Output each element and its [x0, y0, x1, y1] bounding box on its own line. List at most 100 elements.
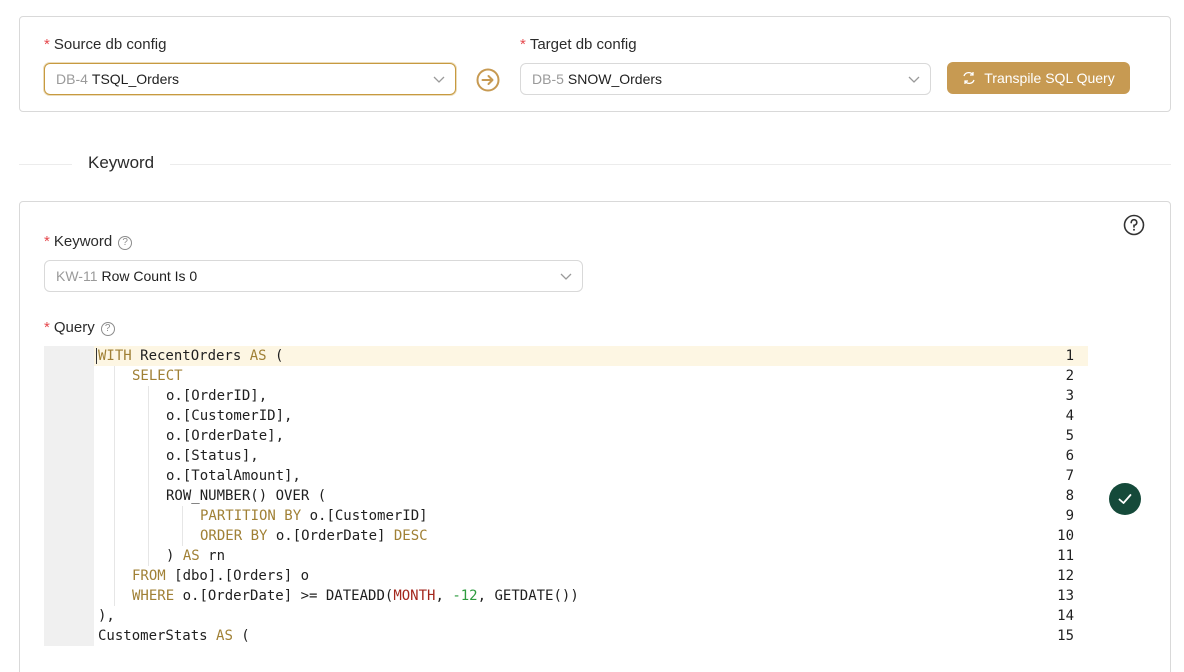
code-line: o.[OrderDate],: [166, 426, 284, 446]
code-token: , GETDATE()): [477, 588, 579, 604]
code-token: WHERE: [132, 588, 175, 604]
code-token: DESC: [393, 528, 428, 544]
line-number-gutter: [44, 346, 94, 646]
indent-guide: [148, 526, 149, 546]
indent-guide: [182, 526, 183, 546]
indent-guide: [148, 426, 149, 446]
source-db-prefix: DB-4: [56, 71, 88, 87]
code-token: o.[TotalAmount],: [166, 468, 301, 484]
line-number: 14: [1057, 608, 1074, 624]
code-token: AS: [249, 348, 267, 364]
code-token: WITH: [98, 348, 132, 364]
code-line: o.[CustomerID],: [166, 406, 292, 426]
text-cursor: [96, 348, 97, 364]
code-token: FROM: [132, 568, 166, 584]
question-circle-icon[interactable]: [1123, 214, 1145, 236]
code-token: SELECT: [132, 368, 183, 384]
line-number: 13: [1057, 588, 1074, 604]
target-db-label: * Target db config: [520, 36, 637, 53]
indent-guide: [114, 586, 115, 606]
line-number: 5: [1065, 428, 1074, 444]
code-token: ORDER BY: [200, 528, 268, 544]
line-number: 9: [1065, 508, 1074, 524]
code-line: WHERE o.[OrderDate] >= DATEADD(MONTH, -1…: [132, 586, 579, 606]
chevron-down-icon: [560, 273, 572, 280]
indent-guide: [148, 466, 149, 486]
code-token: (: [266, 348, 284, 364]
code-token: AS: [182, 548, 200, 564]
section-divider: [19, 164, 1171, 165]
line-number: 10: [1057, 528, 1074, 544]
code-token: AS: [216, 628, 233, 644]
code-line: ) AS rn: [166, 546, 225, 566]
code-token: PARTITION BY: [200, 508, 302, 524]
keyword-prefix: KW-11: [56, 268, 98, 284]
code-token: ): [166, 548, 183, 564]
target-db-value: SNOW_Orders: [567, 71, 663, 87]
code-token: o.[OrderID],: [166, 388, 268, 404]
source-db-label: * Source db config: [44, 36, 167, 53]
code-token: o.[OrderDate],: [166, 428, 285, 444]
code-line: WITH RecentOrders AS (: [98, 346, 283, 366]
check-circle-icon[interactable]: [1109, 483, 1141, 515]
code-line: o.[Status],: [166, 446, 259, 466]
chevron-down-icon: [433, 76, 445, 83]
code-token: -12: [452, 588, 478, 604]
line-number: 4: [1065, 408, 1074, 424]
target-db-select[interactable]: DB-5 SNOW_Orders: [520, 63, 931, 95]
line-number: 1: [1065, 348, 1074, 364]
transpile-sql-button[interactable]: Transpile SQL Query: [947, 62, 1130, 94]
code-token: (: [232, 628, 250, 644]
transpile-button-label: Transpile SQL Query: [984, 70, 1115, 86]
keyword-value: Row Count Is 0: [101, 268, 198, 284]
indent-guide: [114, 506, 115, 526]
source-db-value: TSQL_Orders: [91, 71, 180, 87]
indent-guide: [148, 406, 149, 426]
line-number: 8: [1065, 488, 1074, 504]
required-marker: *: [44, 233, 50, 250]
line-number: 6: [1065, 448, 1074, 464]
code-token: o.[OrderDate]: [267, 528, 394, 544]
code-line: ROW_NUMBER() OVER (: [166, 486, 326, 506]
code-token: o.[CustomerID]: [301, 508, 428, 524]
line-number: 2: [1065, 368, 1074, 384]
indent-guide: [114, 366, 115, 386]
indent-guide: [114, 406, 115, 426]
sql-code-editor[interactable]: 1 WITH RecentOrders AS (2 SELECT 3 o.[OrderI…: [44, 346, 1088, 646]
line-number: 15: [1057, 628, 1074, 644]
code-token: MONTH: [393, 588, 436, 604]
code-token: o.[Status],: [166, 448, 259, 464]
code-token: ROW_NUMBER() OVER (: [166, 488, 327, 504]
code-line: PARTITION BY o.[CustomerID]: [200, 506, 428, 526]
transpile-icon: [963, 71, 975, 85]
question-circle-icon[interactable]: ?: [118, 236, 133, 250]
line-number: 11: [1057, 548, 1074, 564]
code-line: o.[TotalAmount],: [166, 466, 301, 486]
required-marker: *: [44, 36, 50, 53]
indent-guide: [148, 486, 149, 506]
indent-guide: [114, 546, 115, 566]
code-token: CustomerStats: [98, 628, 217, 644]
line-number: 12: [1057, 568, 1074, 584]
required-marker: *: [44, 319, 50, 336]
keyword-label: * Keyword?: [44, 233, 133, 250]
indent-guide: [114, 466, 115, 486]
section-title: Keyword: [72, 153, 171, 173]
indent-guide: [148, 506, 149, 526]
code-line: ),: [98, 606, 115, 626]
line-number: 7: [1065, 468, 1074, 484]
source-db-select[interactable]: DB-4 TSQL_Orders: [44, 63, 456, 95]
code-token: o.[CustomerID],: [166, 408, 293, 424]
indent-guide: [182, 506, 183, 526]
code-line: FROM [dbo].[Orders] o: [132, 566, 309, 586]
code-token: o.[OrderDate] >= DATEADD(: [174, 588, 394, 604]
keyword-select[interactable]: KW-11 Row Count Is 0: [44, 260, 583, 292]
code-token: ),: [98, 608, 115, 624]
code-line: CustomerStats AS (: [98, 626, 250, 646]
question-circle-icon[interactable]: ?: [100, 322, 115, 336]
target-db-prefix: DB-5: [532, 71, 564, 87]
code-line: o.[OrderID],: [166, 386, 267, 406]
code-token: ,: [435, 588, 453, 604]
indent-guide: [114, 566, 115, 586]
indent-guide: [148, 546, 149, 566]
